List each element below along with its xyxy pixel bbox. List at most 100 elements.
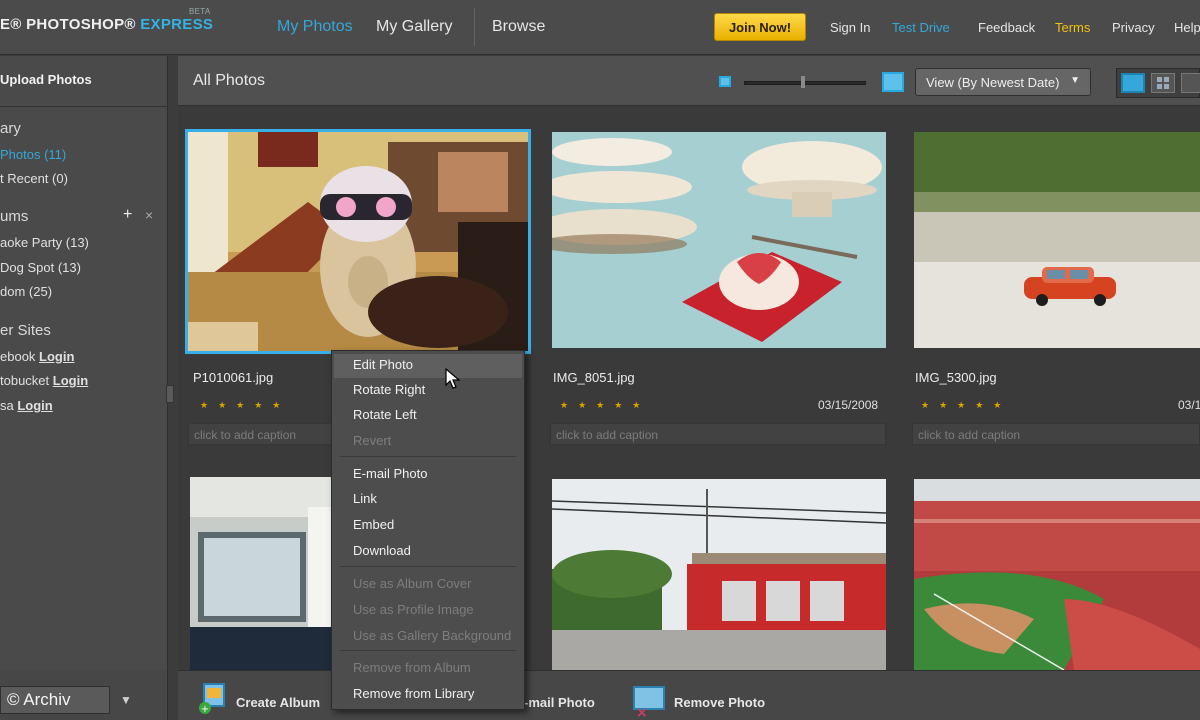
photo-image-stadium bbox=[914, 479, 1200, 670]
list-view-icon[interactable] bbox=[1181, 73, 1200, 93]
zoom-slider-track[interactable] bbox=[744, 81, 866, 85]
photo-thumbnail-room[interactable] bbox=[190, 477, 342, 670]
join-now-button[interactable]: Join Now! bbox=[714, 13, 806, 41]
site-name: ebook bbox=[0, 349, 40, 364]
svg-text:×: × bbox=[636, 705, 648, 719]
zoom-slider-thumb[interactable] bbox=[801, 76, 805, 88]
view-mode-toggle bbox=[1116, 68, 1200, 98]
photo-image-fire-station bbox=[552, 479, 886, 670]
menu-item-embed[interactable]: Embed bbox=[353, 517, 394, 532]
remove-photo-icon: × bbox=[633, 686, 665, 719]
chevron-down-icon: ▼ bbox=[1070, 75, 1080, 86]
sidebar-item-album[interactable]: dom (25) bbox=[0, 284, 52, 299]
create-album-button[interactable]: + Create Album bbox=[198, 671, 328, 720]
nav-divider bbox=[474, 8, 475, 46]
photo-image-cupcakes bbox=[552, 132, 886, 348]
photobucket-login-link[interactable]: Login bbox=[53, 373, 88, 388]
photo-rating[interactable]: ★★★★★ bbox=[921, 400, 1011, 411]
remove-photo-button[interactable]: × Remove Photo bbox=[630, 671, 770, 720]
menu-item-rotate-left[interactable]: Rotate Left bbox=[353, 407, 417, 422]
grid-view-icon[interactable] bbox=[1151, 73, 1175, 93]
menu-item-email-photo[interactable]: E-mail Photo bbox=[353, 466, 427, 481]
menu-item-use-as-album-cover: Use as Album Cover bbox=[353, 576, 472, 591]
view-sort-dropdown[interactable]: View (By Newest Date) ▼ bbox=[915, 68, 1091, 96]
menu-divider bbox=[340, 650, 516, 651]
svg-text:+: + bbox=[201, 704, 209, 715]
photo-thumbnail-fire-station[interactable] bbox=[552, 479, 886, 670]
watermark-label: © Archiv bbox=[0, 686, 110, 714]
photo-thumbnail-dog[interactable] bbox=[185, 129, 531, 354]
top-bar: E® PHOTOSHOP® EXPRESS BETA My Photos My … bbox=[0, 0, 1200, 55]
menu-item-edit-photo[interactable]: Edit Photo bbox=[353, 357, 413, 372]
caption-input[interactable]: click to add caption bbox=[188, 423, 338, 445]
site-name: tobucket bbox=[0, 373, 53, 388]
sidebar-item-album[interactable]: aoke Party (13) bbox=[0, 235, 89, 250]
sidebar-item-album[interactable]: Dog Spot (13) bbox=[0, 260, 81, 275]
menu-item-remove-from-library[interactable]: Remove from Library bbox=[353, 686, 474, 701]
photo-date: 03/15/2008 bbox=[818, 398, 879, 412]
albums-heading: ums bbox=[0, 208, 29, 225]
photo-thumbnail-cupcakes[interactable] bbox=[552, 132, 886, 348]
other-sites-heading: er Sites bbox=[0, 322, 51, 339]
menu-item-rotate-right[interactable]: Rotate Right bbox=[353, 382, 425, 397]
menu-divider bbox=[340, 566, 516, 567]
nav-my-gallery[interactable]: My Gallery bbox=[376, 18, 452, 36]
logo-main-text: E® PHOTOSHOP® bbox=[0, 16, 141, 33]
menu-item-remove-from-album: Remove from Album bbox=[353, 660, 471, 675]
sign-in-link[interactable]: Sign In bbox=[830, 20, 870, 35]
sidebar-item-picasa: sa Login bbox=[0, 398, 53, 413]
thumbnail-small-icon[interactable] bbox=[719, 76, 731, 87]
terms-link[interactable]: Terms bbox=[1055, 20, 1090, 35]
picasa-login-link[interactable]: Login bbox=[17, 398, 52, 413]
photo-filename: P1010061.jpg bbox=[193, 370, 274, 385]
test-drive-link[interactable]: Test Drive bbox=[892, 20, 950, 35]
nav-browse[interactable]: Browse bbox=[492, 18, 545, 36]
privacy-link[interactable]: Privacy bbox=[1112, 20, 1155, 35]
sidebar-item-facebook: ebook Login bbox=[0, 349, 74, 364]
sidebar-divider bbox=[0, 106, 168, 107]
main-header: All Photos View (By Newest Date) ▼ bbox=[178, 56, 1200, 106]
sidebar-collapse-handle[interactable] bbox=[166, 385, 174, 403]
create-album-icon: + bbox=[199, 683, 225, 715]
logo-beta-badge: BETA bbox=[189, 7, 211, 16]
photo-image-room bbox=[190, 477, 342, 670]
view-sort-value: View (By Newest Date) bbox=[926, 75, 1060, 90]
sidebar-item-most-recent[interactable]: t Recent (0) bbox=[0, 171, 68, 186]
library-heading: ary bbox=[0, 120, 21, 137]
upload-photos-link[interactable]: Upload Photos bbox=[0, 72, 92, 87]
remove-photo-label: Remove Photo bbox=[674, 695, 766, 710]
help-link[interactable]: Help bbox=[1174, 20, 1200, 35]
sidebar-item-photobucket: tobucket Login bbox=[0, 373, 88, 388]
email-photo-button[interactable]: -mail Photo bbox=[524, 671, 604, 720]
menu-item-link[interactable]: Link bbox=[353, 491, 377, 506]
thumbnail-large-icon[interactable] bbox=[882, 72, 904, 92]
caption-input[interactable]: click to add caption bbox=[550, 423, 886, 445]
photo-context-menu: Edit Photo Rotate Right Rotate Left Reve… bbox=[331, 350, 525, 710]
page-title: All Photos bbox=[193, 72, 266, 89]
add-album-icon[interactable]: + bbox=[123, 206, 132, 224]
photo-date: 03/15/20 bbox=[1178, 398, 1200, 412]
site-name: sa bbox=[0, 398, 18, 413]
photo-filename: IMG_8051.jpg bbox=[553, 370, 635, 385]
photo-filename: IMG_5300.jpg bbox=[915, 370, 997, 385]
sidebar-item-all-photos[interactable]: Photos (11) bbox=[0, 147, 66, 162]
menu-item-use-as-profile-image: Use as Profile Image bbox=[353, 602, 474, 617]
photo-image-dog bbox=[188, 132, 528, 351]
app-logo: E® PHOTOSHOP® EXPRESS BETA bbox=[0, 7, 213, 33]
photo-thumbnail-toy-car[interactable] bbox=[914, 132, 1200, 348]
menu-item-download[interactable]: Download bbox=[353, 543, 411, 558]
create-album-label: Create Album bbox=[236, 695, 321, 710]
photo-thumbnail-stadium[interactable] bbox=[914, 479, 1200, 670]
close-icon[interactable]: × bbox=[145, 207, 153, 223]
nav-my-photos[interactable]: My Photos bbox=[277, 18, 353, 36]
menu-divider bbox=[340, 456, 516, 457]
photo-rating[interactable]: ★★★★★ bbox=[560, 400, 650, 411]
facebook-login-link[interactable]: Login bbox=[39, 349, 74, 364]
caption-input[interactable]: click to add caption bbox=[912, 423, 1200, 445]
mouse-cursor-icon bbox=[445, 368, 461, 389]
photo-rating[interactable]: ★★★★★ bbox=[200, 400, 290, 411]
sidebar: Upload Photos ary Photos (11) t Recent (… bbox=[0, 56, 168, 670]
single-view-icon[interactable] bbox=[1121, 73, 1145, 93]
chevron-down-icon[interactable]: ▼ bbox=[120, 693, 132, 707]
feedback-link[interactable]: Feedback bbox=[978, 20, 1035, 35]
